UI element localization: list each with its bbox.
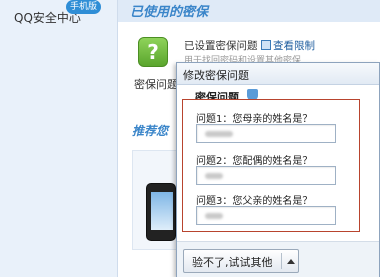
view-limit-link[interactable]: 查看限制: [273, 38, 315, 53]
question-panel: 问题1：您母亲的姓名是？ 问题2：您配偶的姓名是？ 问题3：您父亲的姓名是？: [182, 99, 360, 232]
modify-question-dialog: 修改密保问题 密保问题 问题1：您母亲的姓名是？ 问题2：您配偶的姓名是？ 问题…: [176, 62, 380, 277]
masked-answer: [205, 213, 223, 219]
masked-answer: [205, 131, 233, 137]
question-1-label: 问题1：您母亲的姓名是？: [196, 114, 313, 125]
masked-answer: [205, 173, 223, 179]
question-1-input[interactable]: [196, 124, 336, 143]
dialog-header: 修改密保问题: [177, 63, 379, 85]
used-section-title: 已使用的密保: [130, 5, 209, 20]
recommend-section-title: 推荐您: [132, 124, 169, 138]
question-3-input[interactable]: [196, 206, 336, 225]
phone-image[interactable]: [146, 183, 176, 241]
question-3-label: 问题3：您父亲的姓名是？: [196, 196, 313, 207]
password-status-text: 已设置密保问题: [184, 40, 258, 52]
question-2-input[interactable]: [196, 166, 336, 185]
button-divider: [281, 253, 282, 269]
dialog-title: 修改密保问题: [183, 69, 249, 82]
left-nav: QQ安全中心 手机版: [0, 0, 118, 277]
caret-up-icon[interactable]: [287, 259, 295, 264]
mobile-version-badge[interactable]: 手机版: [66, 0, 102, 14]
password-question-label: 密保问题: [134, 78, 178, 91]
view-limit-icon[interactable]: [261, 40, 271, 50]
switch-method-label: 验不了,试试其他: [192, 256, 273, 269]
phone-screen: [151, 192, 173, 230]
switch-method-button[interactable]: 验不了,试试其他: [183, 249, 299, 273]
question-2-label: 问题2：您配偶的姓名是？: [196, 156, 313, 167]
password-question-icon[interactable]: ?: [138, 37, 168, 67]
